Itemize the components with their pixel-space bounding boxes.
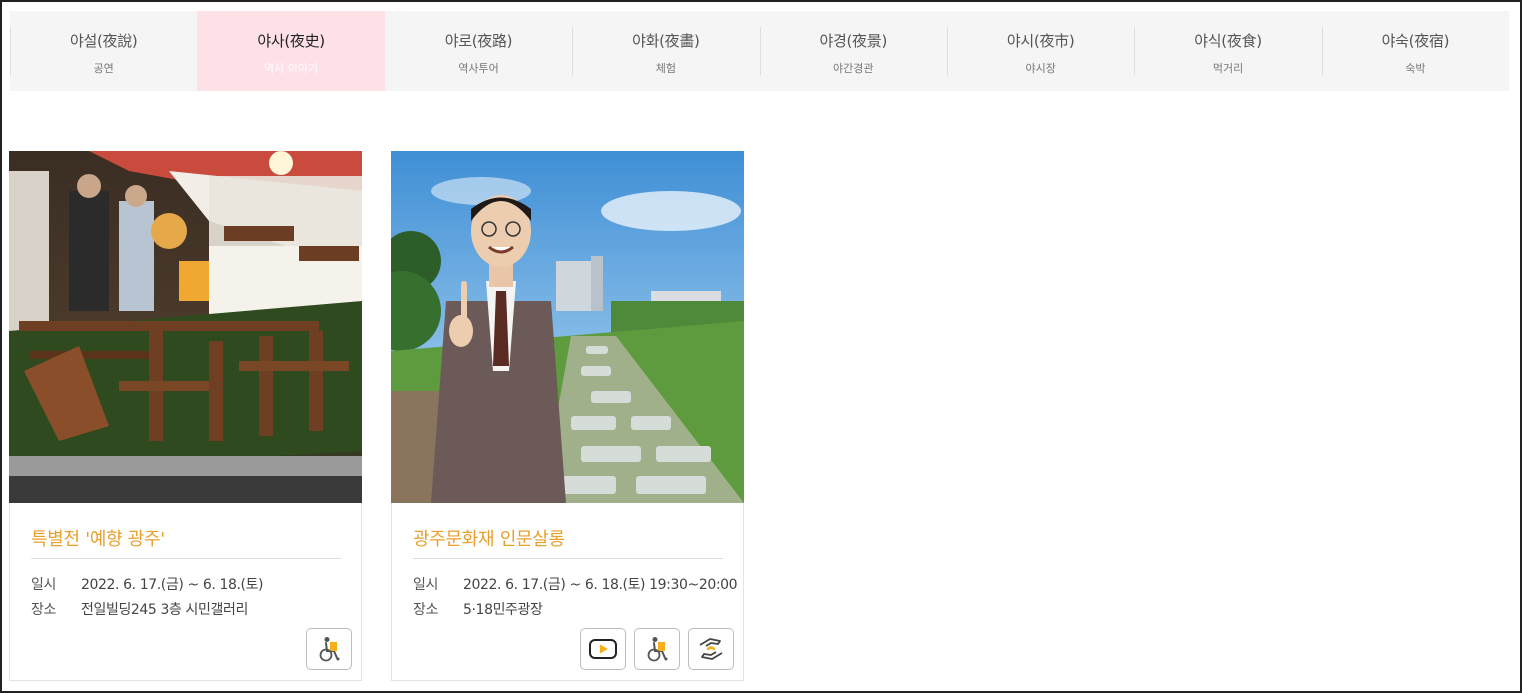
exhibition-photo-illustration — [9, 151, 362, 503]
tab-sublabel: 먹거리 — [1212, 62, 1244, 75]
tab-sublabel: 공연 — [93, 62, 114, 75]
event-card[interactable]: 특별전 '예향 광주' 일시 2022. 6. 17.(금) ~ 6. 18.(… — [9, 151, 362, 681]
event-date-row: 일시 2022. 6. 17.(금) ~ 6. 18.(토) — [31, 574, 264, 594]
tab-yasik[interactable]: 야식(夜食) 먹거리 — [1134, 11, 1321, 91]
tab-yaseol[interactable]: 야설(夜說) 공연 — [10, 11, 197, 91]
event-place-row: 장소 전일빌딩245 3층 시민갤러리 — [31, 599, 248, 619]
wheelchair-icon[interactable] — [634, 628, 680, 670]
tab-divider — [946, 27, 948, 75]
tab-label: 야숙(夜宿) — [1381, 32, 1450, 50]
place-value: 5·18민주광장 — [463, 602, 543, 618]
tab-label: 야설(夜說) — [69, 32, 138, 50]
tab-sublabel: 야시장 — [1025, 62, 1056, 75]
accessibility-icons — [306, 628, 352, 670]
divider — [413, 558, 723, 559]
salon-photo-illustration — [391, 151, 744, 503]
event-title[interactable]: 특별전 '예향 광주' — [31, 525, 165, 551]
place-label: 장소 — [413, 602, 438, 618]
tab-yahwa[interactable]: 야화(夜畵) 체험 — [572, 11, 759, 91]
date-value: 2022. 6. 17.(금) ~ 6. 18.(토) 19:30~20:00 — [463, 577, 738, 593]
tab-divider — [759, 27, 761, 75]
tab-sublabel: 역사투어 — [458, 62, 499, 75]
event-card[interactable]: 광주문화재 인문살롱 일시 2022. 6. 17.(금) ~ 6. 18.(토… — [391, 151, 744, 681]
event-date-row: 일시 2022. 6. 17.(금) ~ 6. 18.(토) 19:30~20:… — [413, 574, 738, 594]
tab-divider — [572, 27, 574, 75]
tab-label: 야로(夜路) — [444, 32, 513, 50]
video-play-icon[interactable] — [580, 628, 626, 670]
place-label: 장소 — [31, 602, 56, 618]
tab-sublabel: 숙박 — [1405, 62, 1426, 75]
event-place-row: 장소 5·18민주광장 — [413, 599, 543, 619]
tab-sublabel: 야간경관 — [833, 62, 874, 75]
category-tab-bar: 야설(夜說) 공연 야사(夜史) 역사 이야기 야로(夜路) 역사투어 야화(夜… — [10, 11, 1509, 91]
date-label: 일시 — [31, 577, 56, 593]
tab-yaro[interactable]: 야로(夜路) 역사투어 — [385, 11, 572, 91]
sign-language-icon[interactable] — [688, 628, 734, 670]
tab-sublabel: 체험 — [655, 62, 676, 75]
date-value: 2022. 6. 17.(금) ~ 6. 18.(토) — [81, 577, 264, 593]
tab-yasa[interactable]: 야사(夜史) 역사 이야기 — [197, 11, 385, 91]
tab-divider — [10, 27, 11, 75]
divider — [31, 558, 341, 559]
place-value: 전일빌딩245 3층 시민갤러리 — [81, 602, 248, 618]
tab-yagyeong[interactable]: 야경(夜景) 야간경관 — [759, 11, 947, 91]
tab-label: 야식(夜食) — [1194, 32, 1262, 50]
event-photo-salon[interactable] — [391, 151, 744, 503]
tab-divider — [1134, 27, 1136, 75]
event-title[interactable]: 광주문화재 인문살롱 — [413, 525, 565, 551]
tab-label: 야시(夜市) — [1006, 32, 1075, 50]
date-label: 일시 — [413, 577, 438, 593]
accessibility-icons — [580, 628, 734, 670]
tab-label: 야경(夜景) — [819, 32, 888, 50]
tab-label: 야사(夜史) — [257, 32, 325, 50]
tab-sublabel: 역사 이야기 — [264, 62, 319, 75]
wheelchair-icon[interactable] — [306, 628, 352, 670]
event-photo-exhibition[interactable] — [9, 151, 362, 503]
tab-yasi[interactable]: 야시(夜市) 야시장 — [946, 11, 1134, 91]
tab-yasuk[interactable]: 야숙(夜宿) 숙박 — [1321, 11, 1509, 91]
tab-divider — [1321, 27, 1323, 75]
tab-label: 야화(夜畵) — [632, 32, 700, 50]
